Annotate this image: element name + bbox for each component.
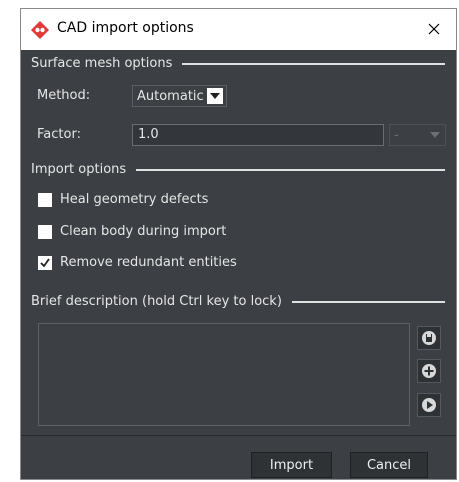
method-value: Automatic — [137, 88, 204, 104]
unit-dropdown[interactable]: - — [389, 124, 446, 146]
surface-mesh-section-header: Surface mesh options — [31, 56, 445, 71]
method-dropdown[interactable]: Automatic — [132, 85, 227, 107]
window-title: CAD import options — [57, 20, 194, 36]
cad-import-dialog: CAD import options Surface mesh options … — [20, 8, 457, 480]
clean-body-label: Clean body during import — [60, 224, 227, 239]
save-icon — [422, 331, 436, 345]
divider — [182, 63, 445, 65]
description-section-header: Brief description (hold Ctrl key to lock… — [31, 294, 445, 309]
checkbox-box — [38, 255, 52, 270]
app-logo-icon — [31, 21, 49, 39]
title-bar: CAD import options — [21, 9, 456, 50]
description-heading: Brief description (hold Ctrl key to lock… — [31, 294, 282, 309]
add-description-button[interactable] — [417, 359, 441, 383]
import-options-section-header: Import options — [31, 162, 445, 177]
close-button[interactable] — [412, 9, 456, 50]
description-textarea[interactable] — [38, 323, 410, 426]
footer-separator — [21, 435, 456, 436]
chevron-down-icon — [428, 128, 442, 142]
surface-mesh-heading: Surface mesh options — [31, 56, 173, 71]
factor-label: Factor: — [37, 127, 81, 142]
import-button[interactable]: Import — [251, 452, 332, 478]
method-label: Method: — [37, 88, 91, 103]
divider — [136, 169, 445, 171]
heal-geometry-checkbox[interactable]: Heal geometry defects — [38, 192, 208, 207]
unit-value: - — [394, 127, 399, 143]
divider — [291, 301, 445, 303]
checkmark-icon — [40, 257, 50, 267]
close-icon — [428, 20, 440, 39]
checkbox-box — [38, 192, 52, 207]
cancel-button[interactable]: Cancel — [350, 452, 428, 478]
remove-redundant-label: Remove redundant entities — [60, 255, 237, 270]
heal-geometry-label: Heal geometry defects — [60, 192, 209, 207]
remove-redundant-checkbox[interactable]: Remove redundant entities — [38, 255, 237, 270]
play-icon — [422, 398, 436, 412]
plus-icon — [422, 364, 436, 378]
dialog-body: Surface mesh options Method: Automatic F… — [21, 50, 456, 479]
import-options-heading: Import options — [31, 162, 127, 177]
checkbox-box — [38, 224, 52, 239]
clean-body-checkbox[interactable]: Clean body during import — [38, 224, 226, 239]
play-description-button[interactable] — [417, 393, 441, 417]
chevron-down-icon — [207, 88, 223, 104]
factor-input[interactable]: 1.0 — [132, 124, 384, 146]
save-description-button[interactable] — [417, 326, 441, 350]
